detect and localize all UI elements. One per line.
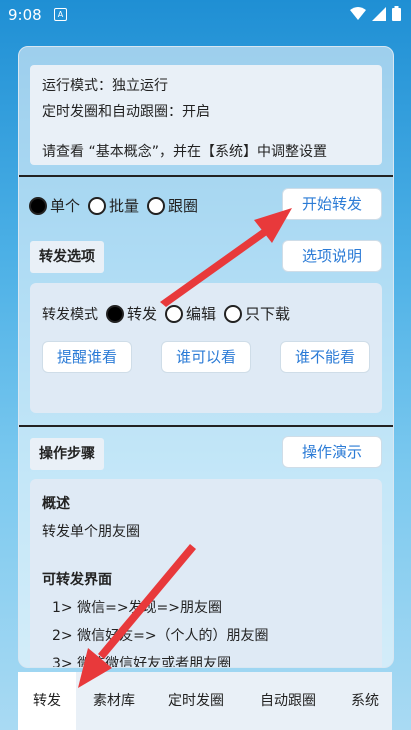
signal-icon [372,6,386,21]
radio-batch-indicator [88,196,107,215]
forward-mode-group: 转发模式 转发 编辑 只下载 [42,303,298,324]
forward-options-panel: 转发模式 转发 编辑 只下载 提醒谁看 谁可以看 谁不能看 [30,283,382,413]
radio-follow-indicator [147,196,166,215]
step-1: 1> 微信=>发现=>朋友圈 [52,600,223,616]
forward-mode-label: 转发模式 [42,306,98,323]
battery-icon [392,6,401,21]
who-cannot-see-button[interactable]: 谁不能看 [280,341,370,373]
radio-single[interactable]: 单个 [29,195,80,216]
run-mode-text: 运行模式：独立运行 [42,78,168,94]
start-forward-button[interactable]: 开始转发 [282,188,382,220]
status-time: 9:08 [8,6,42,24]
overview-heading: 概述 [42,496,70,512]
screens-heading: 可转发界面 [42,572,112,588]
tab-forward[interactable]: 转发 [18,672,76,730]
radio-mode-edit-indicator [165,304,184,323]
radio-mode-download-label: 只下载 [245,305,291,323]
radio-batch-label: 批量 [109,197,140,215]
radio-mode-forward-label: 转发 [127,305,158,323]
settings-hint-text: 请查看 “基本概念”，并在【系统】中调整设置 [42,144,327,160]
app-notification-icon: A [54,8,67,21]
bottom-tab-bar: 转发 素材库 定时发圈 自动跟圈 系统 [18,672,392,730]
radio-mode-download-indicator [224,304,243,323]
demo-button[interactable]: 操作演示 [282,436,382,468]
step-3: 3> 微信微信好友或者朋友圈 [52,656,232,668]
radio-follow-label: 跟圈 [168,197,199,215]
steps-panel: 概述 转发单个朋友圈 可转发界面 1> 微信=>发现=>朋友圈 2> 微信好友=… [30,479,382,668]
wifi-icon [350,6,366,20]
radio-single-indicator [29,196,47,215]
tab-material-library[interactable]: 素材库 [84,672,144,730]
radio-batch[interactable]: 批量 [88,195,139,216]
radio-mode-forward[interactable]: 转发 [106,303,157,324]
options-help-button[interactable]: 选项说明 [282,240,382,272]
overview-text: 转发单个朋友圈 [42,524,140,540]
forward-options-title: 转发选项 [30,241,104,273]
radio-follow[interactable]: 跟圈 [147,195,198,216]
steps-title: 操作步骤 [30,438,104,470]
scope-radio-group: 单个 批量 跟圈 [29,195,206,216]
radio-single-label: 单个 [50,197,81,215]
radio-mode-edit[interactable]: 编辑 [165,303,216,324]
status-bar: 9:08 A [0,0,411,30]
run-info-box: 运行模式：独立运行 定时发圈和自动跟圈：开启 请查看 “基本概念”，并在【系统】… [30,65,382,165]
radio-mode-edit-label: 编辑 [186,305,217,323]
radio-mode-download[interactable]: 只下载 [224,303,290,324]
schedule-status-text: 定时发圈和自动跟圈：开启 [42,104,210,120]
remind-who-button[interactable]: 提醒谁看 [42,341,132,373]
step-2: 2> 微信好友=>（个人的）朋友圈 [52,628,269,644]
who-can-see-button[interactable]: 谁可以看 [161,341,251,373]
radio-mode-forward-indicator [106,304,124,323]
tab-scheduled-post[interactable]: 定时发圈 [156,672,236,730]
tab-system[interactable]: 系统 [338,672,392,730]
main-panel: 运行模式：独立运行 定时发圈和自动跟圈：开启 请查看 “基本概念”，并在【系统】… [18,46,394,668]
divider [19,175,393,177]
divider [19,425,393,427]
tab-auto-follow[interactable]: 自动跟圈 [248,672,328,730]
